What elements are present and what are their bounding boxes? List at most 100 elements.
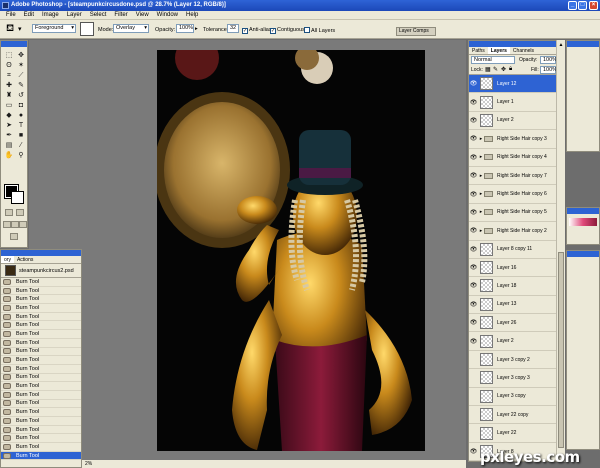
tab-channels[interactable]: Channels [510,47,537,54]
eye-icon[interactable]: 👁︎ [469,301,478,308]
screen-mode-black-icon[interactable] [19,221,27,228]
menu-edit[interactable]: Edit [20,12,38,18]
layer-row[interactable]: Layer 22 copy [469,406,558,425]
layer-row[interactable]: 👁︎ Layer 26 [469,314,558,333]
document-canvas[interactable] [157,50,425,451]
history-item[interactable]: Burn Tool [1,321,81,331]
history-item[interactable]: Burn Tool [1,287,81,296]
layer-group-row[interactable]: 👁︎ ▸ Right Side Hair copy 4 [469,149,558,167]
eraser-tool-icon[interactable]: ▭ [3,101,15,111]
lock-transparency-icon[interactable]: ▦ [485,66,491,73]
anti-alias-checkbox[interactable]: ✓ Anti-alias [242,27,272,34]
magic-wand-icon[interactable]: ✶ [15,61,27,71]
history-item[interactable]: Burn Tool [1,313,81,322]
blur-tool-icon[interactable]: ◆ [3,111,15,121]
history-item[interactable]: Burn Tool [1,400,81,409]
lock-all-icon[interactable]: 🔒︎ [509,66,512,73]
history-item[interactable]: Burn Tool [1,304,81,313]
screen-mode-full-icon[interactable] [11,221,19,228]
navigator-titlebar[interactable] [567,41,599,47]
eye-icon[interactable]: 👁︎ [469,80,478,87]
toolbox-titlebar[interactable] [1,41,27,47]
shape-tool-icon[interactable]: ■ [15,131,27,141]
color-panel-titlebar[interactable] [567,208,599,214]
history-item[interactable]: Burn Tool [1,348,81,357]
tab-paths[interactable]: Paths [469,47,488,54]
layer-row[interactable]: 👁︎ Layer 18 [469,277,558,296]
paint-bucket-icon[interactable]: ⛾ [6,23,14,36]
menu-file[interactable]: File [2,12,20,18]
layer-fill-input[interactable]: 100% [540,66,557,74]
quick-mask-icon[interactable] [16,209,24,216]
layer-group-row[interactable]: 👁︎ ▸ Right Side Hair copy 5 [469,204,558,223]
layer-row[interactable]: 👁︎ Layer 2 [469,332,558,351]
lock-image-icon[interactable]: ✎ [493,66,498,73]
chevron-down-icon[interactable]: ▾ [18,25,22,33]
pen-tool-icon[interactable]: ✒ [3,131,15,141]
chevron-right-icon[interactable]: ▸ [195,26,198,32]
maximize-button[interactable]: □ [578,1,587,10]
history-item[interactable]: Burn Tool [1,408,81,417]
history-item[interactable]: Burn Tool [1,391,81,400]
layer-row[interactable]: Layer 3 copy [469,388,558,407]
jump-to-imageready-icon[interactable] [10,233,18,240]
eye-icon[interactable]: 👁︎ [469,209,478,216]
eyedropper-icon[interactable]: ⁄ [15,141,27,151]
layer-row[interactable]: 👁︎ Layer 8 copy 11 [469,241,558,259]
layer-row[interactable]: 👁︎ Layer 12 [469,75,558,94]
history-item[interactable]: Burn Tool [1,339,81,348]
menu-view[interactable]: View [132,12,153,18]
eye-icon[interactable]: 👁︎ [469,172,478,179]
marquee-tool-icon[interactable]: ⬚ [3,51,15,61]
layer-group-row[interactable]: 👁︎ ▸ Right Side Hair copy 7 [469,167,558,186]
lasso-tool-icon[interactable]: ʘ [3,61,15,71]
layer-row[interactable]: Layer 3 copy 3 [469,369,558,388]
history-item[interactable]: Burn Tool [1,434,81,444]
layer-row[interactable]: 👁︎ Layer 13 [469,296,558,315]
history-item[interactable]: Burn Tool [1,451,81,461]
eye-icon[interactable]: 👁︎ [469,191,478,198]
menu-window[interactable]: Window [153,12,182,18]
menu-image[interactable]: Image [38,12,63,18]
menu-layer[interactable]: Layer [63,12,86,18]
layer-group-row[interactable]: 👁︎ ▸ Right Side Hair copy 3 [469,130,558,149]
tab-actions[interactable]: Actions [14,256,36,263]
info-panel-titlebar[interactable] [567,251,599,257]
history-item[interactable]: Burn Tool [1,330,81,339]
contiguous-checkbox[interactable]: ✓ Contiguous [270,27,305,34]
slice-tool-icon[interactable]: ⟋ [15,71,27,81]
mode-select[interactable]: Overlay ▾ [113,24,149,33]
layer-row[interactable]: 👁︎ Layer 1 [469,93,558,112]
layer-group-row[interactable]: 👁︎ ▸ Right Side Hair copy 2 [469,222,558,241]
dodge-tool-icon[interactable]: ● [15,111,27,121]
history-item[interactable]: Burn Tool [1,417,81,426]
move-tool-icon[interactable]: ✥ [15,51,27,61]
background-color-swatch[interactable] [11,191,24,204]
menu-select[interactable]: Select [86,12,111,18]
opacity-input[interactable]: 100% [176,24,194,33]
history-item[interactable]: Burn Tool [1,374,81,383]
layer-row[interactable]: 👁︎ Layer 16 [469,259,558,278]
history-item[interactable]: Burn Tool [1,382,81,391]
history-brush-icon[interactable]: ↺ [15,91,27,101]
eye-icon[interactable]: 👁︎ [469,448,478,455]
eye-icon[interactable]: 👁︎ [469,282,478,289]
close-button[interactable]: × [589,1,598,10]
zoom-level[interactable]: 2% [85,461,92,467]
all-layers-checkbox[interactable]: All Layers [304,27,335,34]
color-ramp[interactable] [569,218,597,226]
menu-help[interactable]: Help [182,12,202,18]
eye-icon[interactable]: 👁︎ [469,319,478,326]
tab-layers[interactable]: Layers [487,47,510,54]
layer-group-row[interactable]: 👁︎ ▸ Right Side Hair copy 6 [469,185,558,204]
history-snapshot[interactable]: steampunkcircus2.psd [1,264,81,278]
type-tool-icon[interactable]: T [15,121,27,131]
clone-stamp-icon[interactable]: ♜ [3,91,15,101]
pattern-swatch[interactable] [80,22,94,36]
tolerance-input[interactable]: 32 [227,24,239,33]
history-item[interactable]: Burn Tool [1,356,81,365]
brush-tool-icon[interactable]: ✎ [15,81,27,91]
scrollbar-thumb[interactable] [558,252,564,448]
standard-mode-icon[interactable] [5,209,13,216]
minimize-button[interactable]: _ [568,1,577,10]
